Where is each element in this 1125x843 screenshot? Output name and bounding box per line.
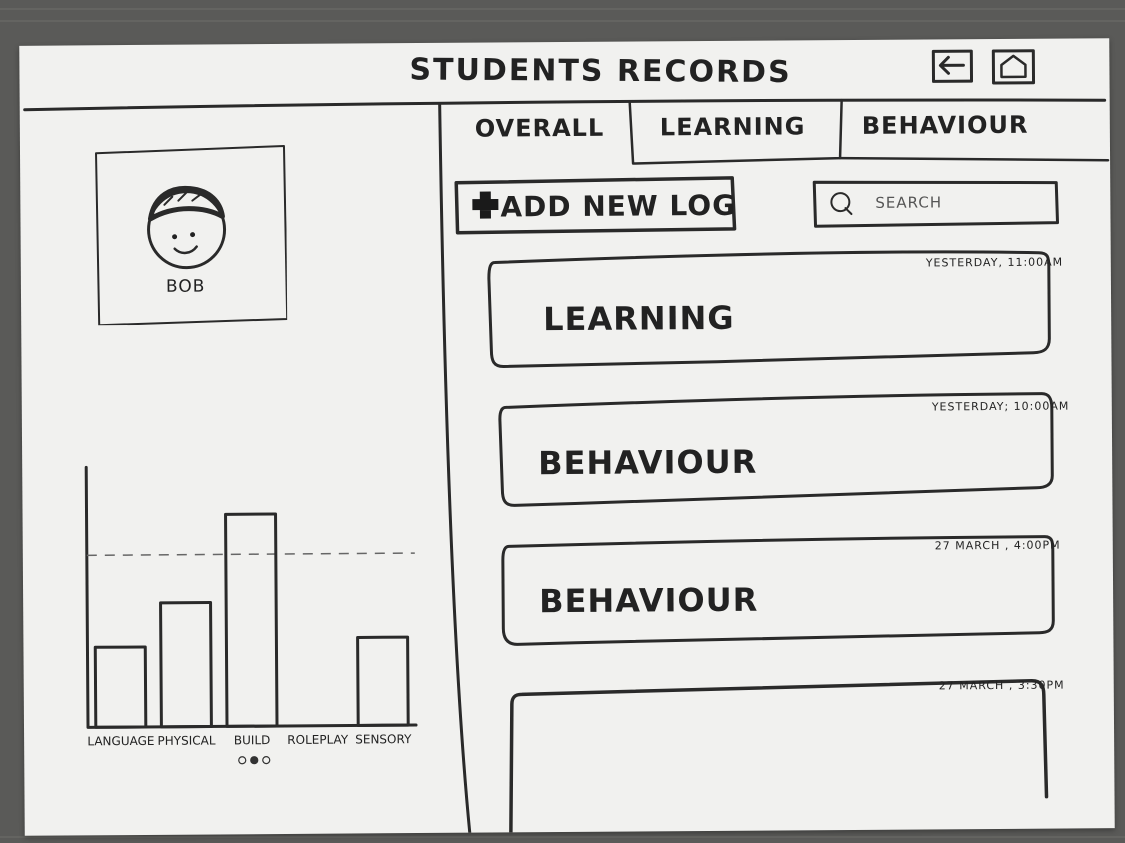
reference-line	[86, 552, 415, 557]
bar-physical	[159, 600, 213, 729]
search-icon	[830, 192, 853, 216]
home-button[interactable]	[991, 49, 1036, 85]
back-button[interactable]	[931, 49, 974, 83]
home-icon	[1000, 54, 1027, 79]
tab-learning[interactable]: LEARNING	[660, 112, 806, 141]
x-tick-label: LANGUAGE	[87, 734, 154, 748]
log-title: LEARNING	[543, 298, 735, 339]
bar-sensory	[356, 635, 410, 727]
sketch-paper: STUDENTS RECORDS OVERALL LEARNING BEHAVI…	[19, 38, 1115, 836]
x-tick-label: BUILD	[234, 733, 271, 747]
pagination-dot[interactable]	[238, 756, 247, 765]
pagination-dot[interactable]	[250, 756, 259, 765]
bar-build	[224, 512, 279, 728]
plus-icon	[472, 191, 499, 219]
student-name: BOB	[165, 276, 206, 297]
student-profile-card[interactable]	[94, 144, 288, 326]
log-title: BEHAVIOUR	[538, 442, 758, 483]
log-timestamp: 27 MARCH , 3:30PM	[938, 678, 1065, 693]
page-title: STUDENTS RECORDS	[409, 52, 792, 91]
add-new-log-label: ADD NEW LOG	[500, 188, 737, 224]
smiling-face-avatar-icon	[147, 185, 227, 270]
tab-behaviour[interactable]: BEHAVIOUR	[862, 111, 1029, 140]
log-timestamp: YESTERDAY, 11:00AM	[925, 255, 1064, 270]
pagination-dot[interactable]	[262, 756, 271, 765]
chart-axes	[84, 465, 418, 729]
x-tick-label: SENSORY	[355, 732, 412, 746]
x-tick-label: PHYSICAL	[157, 733, 215, 747]
log-title: BEHAVIOUR	[539, 580, 759, 621]
log-timestamp: YESTERDAY; 10:00AM	[931, 399, 1070, 414]
bar-language	[93, 645, 148, 729]
search-placeholder: SEARCH	[875, 193, 943, 212]
progress-bar-chart: LANGUAGE PHYSICAL BUILD ROLEPLAY SENSORY	[84, 465, 418, 765]
x-tick-label: ROLEPLAY	[287, 733, 349, 747]
tab-overall[interactable]: OVERALL	[475, 114, 605, 143]
log-timestamp: 27 MARCH , 4:00PM	[934, 538, 1061, 553]
back-arrow-icon	[938, 55, 965, 75]
